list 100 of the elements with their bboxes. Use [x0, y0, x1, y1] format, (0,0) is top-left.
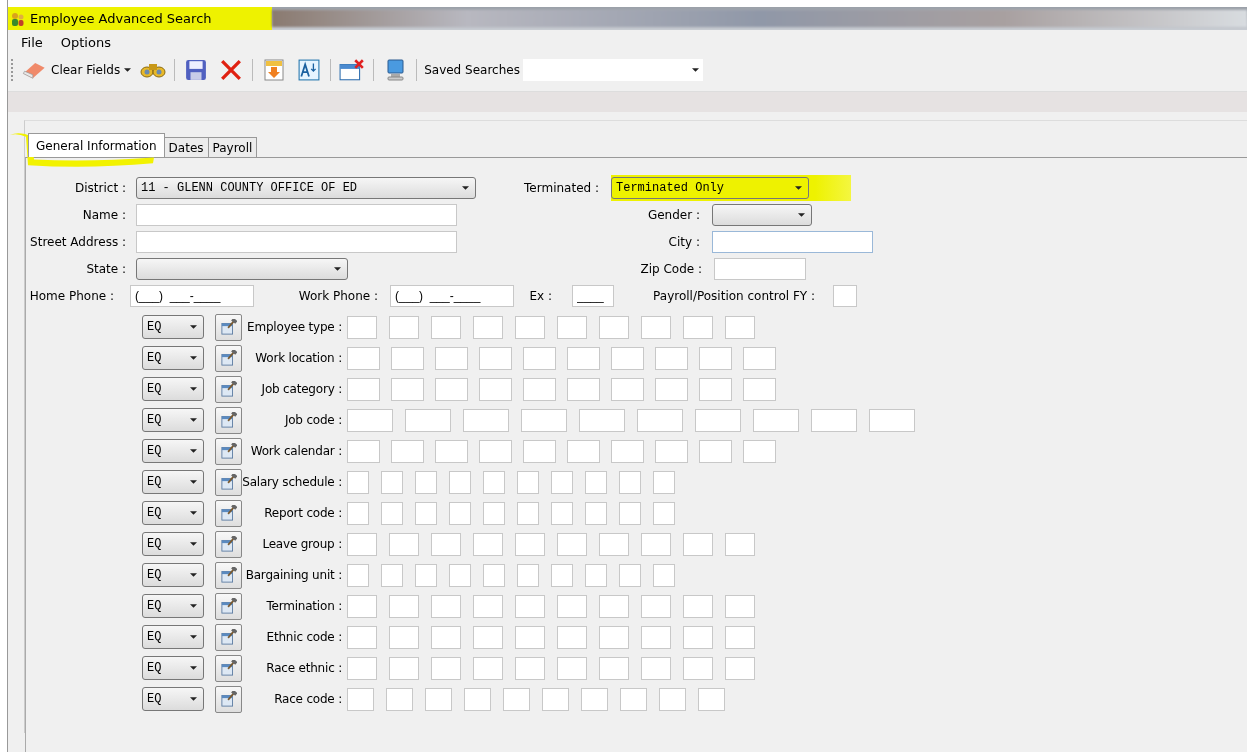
code-field[interactable]	[811, 408, 857, 432]
zip-code-field[interactable]	[714, 257, 806, 280]
code-field[interactable]	[557, 656, 587, 680]
code-field[interactable]	[347, 346, 380, 370]
code-field[interactable]	[611, 346, 644, 370]
code-field[interactable]	[381, 501, 403, 525]
code-field[interactable]	[699, 346, 732, 370]
code-field[interactable]	[425, 687, 452, 711]
extension-field[interactable]: ____	[572, 284, 614, 307]
code-field[interactable]	[473, 315, 503, 339]
code-field[interactable]	[435, 346, 468, 370]
code-field[interactable]	[579, 408, 625, 432]
code-field[interactable]	[517, 563, 539, 587]
code-field[interactable]	[347, 315, 377, 339]
code-field[interactable]	[743, 439, 776, 463]
code-field[interactable]	[542, 687, 569, 711]
code-field[interactable]	[585, 470, 607, 494]
code-field[interactable]	[463, 408, 509, 432]
code-field[interactable]	[641, 594, 671, 618]
code-field[interactable]	[725, 625, 755, 649]
code-field[interactable]	[653, 563, 675, 587]
code-field[interactable]	[515, 315, 545, 339]
operator-dropdown[interactable]: EQ	[142, 377, 204, 401]
lookup-button[interactable]	[215, 313, 242, 341]
code-field[interactable]	[567, 439, 600, 463]
code-field[interactable]	[405, 408, 451, 432]
code-field[interactable]	[347, 563, 369, 587]
lookup-button[interactable]	[215, 561, 242, 589]
code-field[interactable]	[683, 625, 713, 649]
code-field[interactable]	[515, 625, 545, 649]
city-field[interactable]	[712, 230, 873, 253]
saved-searches-dropdown[interactable]	[522, 59, 703, 81]
operator-dropdown[interactable]: EQ	[142, 315, 204, 339]
tab[interactable]: Dates	[163, 137, 209, 157]
code-field[interactable]	[483, 470, 505, 494]
code-field[interactable]	[479, 439, 512, 463]
code-field[interactable]	[391, 377, 424, 401]
operator-dropdown[interactable]: EQ	[142, 346, 204, 370]
lookup-button[interactable]	[215, 406, 242, 434]
terminated-dropdown[interactable]: Terminated Only	[611, 176, 809, 199]
code-field[interactable]	[567, 346, 600, 370]
lookup-button[interactable]	[215, 499, 242, 527]
code-field[interactable]	[557, 625, 587, 649]
code-field[interactable]	[641, 625, 671, 649]
code-field[interactable]	[611, 377, 644, 401]
code-field[interactable]	[599, 625, 629, 649]
lookup-button[interactable]	[215, 530, 242, 558]
code-field[interactable]	[435, 439, 468, 463]
code-field[interactable]	[347, 687, 374, 711]
operator-dropdown[interactable]: EQ	[142, 470, 204, 494]
operator-dropdown[interactable]: EQ	[142, 594, 204, 618]
code-field[interactable]	[585, 563, 607, 587]
code-field[interactable]	[567, 377, 600, 401]
code-field[interactable]	[479, 377, 512, 401]
code-field[interactable]	[517, 501, 539, 525]
code-field[interactable]	[389, 315, 419, 339]
code-field[interactable]	[449, 563, 471, 587]
operator-dropdown[interactable]: EQ	[142, 532, 204, 556]
code-field[interactable]	[347, 594, 377, 618]
code-field[interactable]	[599, 594, 629, 618]
lookup-button[interactable]	[215, 468, 242, 496]
code-field[interactable]	[683, 656, 713, 680]
code-field[interactable]	[699, 377, 732, 401]
code-field[interactable]	[611, 439, 644, 463]
code-field[interactable]	[581, 687, 608, 711]
code-field[interactable]	[515, 656, 545, 680]
code-field[interactable]	[620, 687, 647, 711]
code-field[interactable]	[431, 594, 461, 618]
code-field[interactable]	[869, 408, 915, 432]
home-phone-field[interactable]: (___) ___-____	[130, 284, 254, 307]
code-field[interactable]	[641, 532, 671, 556]
code-field[interactable]	[683, 532, 713, 556]
lookup-button[interactable]	[215, 654, 242, 682]
code-field[interactable]	[659, 687, 686, 711]
code-field[interactable]	[391, 346, 424, 370]
code-field[interactable]	[725, 594, 755, 618]
code-field[interactable]	[389, 594, 419, 618]
code-field[interactable]	[557, 594, 587, 618]
code-field[interactable]	[479, 346, 512, 370]
code-field[interactable]	[653, 501, 675, 525]
code-field[interactable]	[753, 408, 799, 432]
code-field[interactable]	[389, 532, 419, 556]
code-field[interactable]	[599, 315, 629, 339]
code-field[interactable]	[637, 408, 683, 432]
code-field[interactable]	[347, 470, 369, 494]
code-field[interactable]	[655, 346, 688, 370]
code-field[interactable]	[347, 377, 380, 401]
code-field[interactable]	[585, 501, 607, 525]
fiscal-year-field[interactable]	[833, 284, 857, 307]
code-field[interactable]	[347, 501, 369, 525]
menu-item[interactable]: File	[12, 33, 52, 52]
lookup-button[interactable]	[215, 592, 242, 620]
code-field[interactable]	[449, 470, 471, 494]
code-field[interactable]	[641, 656, 671, 680]
code-field[interactable]	[699, 439, 732, 463]
lookup-button[interactable]	[215, 344, 242, 372]
code-field[interactable]	[473, 532, 503, 556]
code-field[interactable]	[655, 439, 688, 463]
code-field[interactable]	[523, 439, 556, 463]
work-phone-field[interactable]: (___) ___-____	[390, 284, 514, 307]
